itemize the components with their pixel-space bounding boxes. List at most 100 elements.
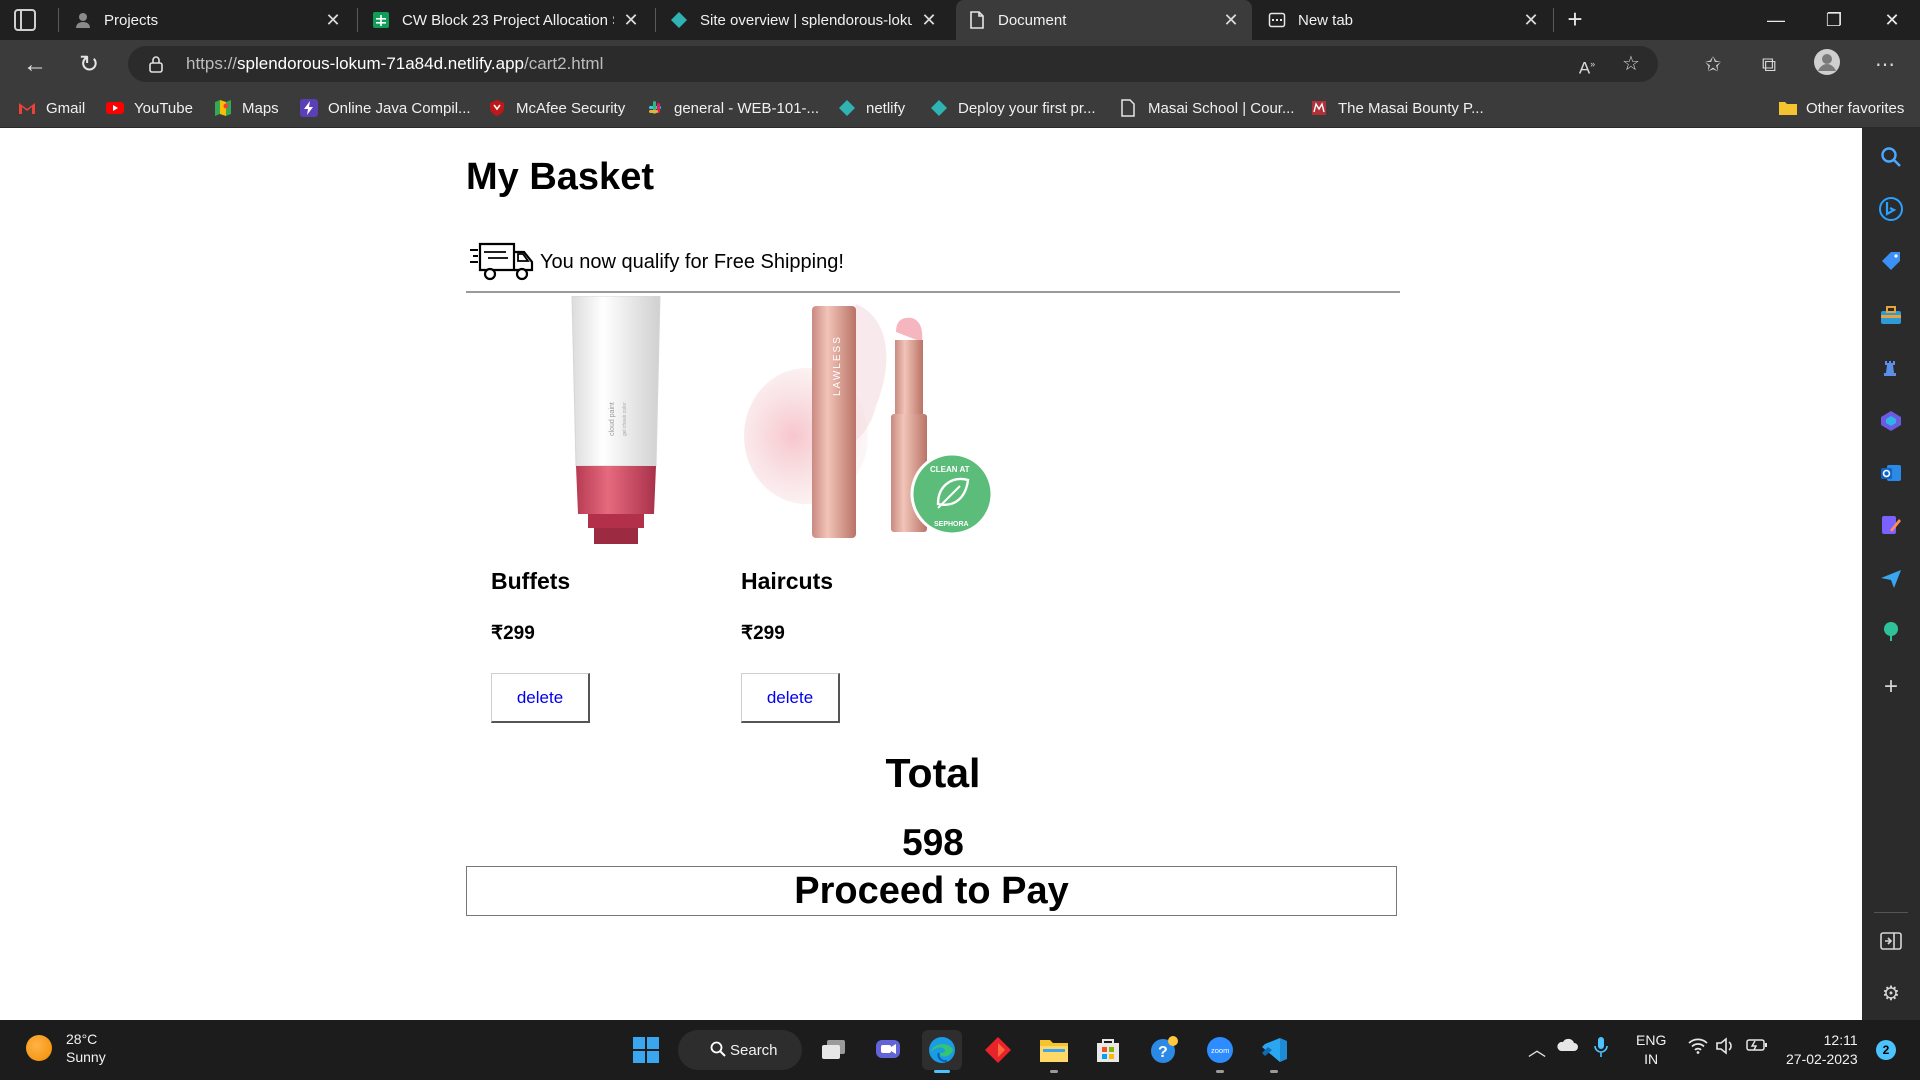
bing-chat-icon[interactable] xyxy=(1878,196,1904,222)
tab-new-tab[interactable]: New tab ✕ xyxy=(1256,0,1552,40)
tab-separator xyxy=(58,8,59,32)
close-icon[interactable]: ✕ xyxy=(622,10,640,31)
file-explorer-icon[interactable] xyxy=(1034,1030,1074,1073)
add-icon[interactable]: + xyxy=(1878,673,1904,700)
svg-text:cloud paint: cloud paint xyxy=(609,402,616,436)
send-icon[interactable] xyxy=(1878,566,1904,592)
bookmark-youtube[interactable]: YouTube xyxy=(106,98,193,118)
masai-icon xyxy=(1310,99,1328,117)
microsoft-store-icon[interactable] xyxy=(1088,1030,1128,1070)
settings-gear-icon[interactable]: ⚙ xyxy=(1878,980,1904,1006)
editor-pen-icon[interactable] xyxy=(1878,512,1904,538)
product-name: Buffets xyxy=(491,568,571,594)
product-image-blush-tube: cloud paint gel cheek color xyxy=(466,295,696,546)
bookmark-maps[interactable]: Maps xyxy=(214,98,279,118)
user-avatar-icon xyxy=(74,11,92,29)
tab-label: CW Block 23 Project Allocation S xyxy=(402,11,614,29)
bookmark-masai-bounty[interactable]: The Masai Bounty P... xyxy=(1310,98,1484,118)
tab-projects[interactable]: Projects ✕ xyxy=(62,0,354,40)
sun-icon xyxy=(26,1035,52,1061)
clock-date: 27-02-2023 xyxy=(1786,1051,1858,1067)
folder-icon xyxy=(1778,99,1797,117)
notification-badge[interactable]: 2 xyxy=(1876,1040,1896,1060)
get-help-icon[interactable]: ? xyxy=(1144,1030,1184,1070)
bookmark-netlify[interactable]: netlify xyxy=(838,98,905,118)
new-tab-button[interactable]: + xyxy=(1560,5,1590,35)
shopping-tag-icon[interactable] xyxy=(1878,248,1904,274)
netlify-icon xyxy=(838,99,856,117)
proceed-to-pay-button[interactable]: Proceed to Pay xyxy=(466,866,1397,916)
running-indicator xyxy=(1216,1070,1224,1073)
other-favorites[interactable]: Other favorites xyxy=(1778,98,1904,118)
weather-temperature: 28°C xyxy=(66,1031,98,1047)
add-favorite-icon[interactable]: ☆ xyxy=(1614,47,1648,81)
bookmark-gmail[interactable]: Gmail xyxy=(18,98,85,118)
bookmark-deploy-first[interactable]: Deploy your first pr... xyxy=(930,98,1096,118)
tab-document[interactable]: Document ✕ xyxy=(956,0,1252,40)
office-icon[interactable] xyxy=(1878,408,1904,434)
tab-site-overview[interactable]: Site overview | splendorous-loku ✕ xyxy=(658,0,950,40)
running-indicator xyxy=(1270,1070,1278,1073)
outlook-icon[interactable] xyxy=(1878,460,1904,486)
bookmark-online-java-compiler[interactable]: Online Java Compil... xyxy=(300,98,471,118)
wifi-icon[interactable] xyxy=(1688,1038,1708,1059)
read-aloud-icon[interactable]: A» xyxy=(1570,47,1604,81)
red-app-icon[interactable] xyxy=(978,1030,1018,1070)
favorites-icon[interactable]: ✩ xyxy=(1696,48,1730,82)
chevron-up-icon[interactable]: ︿ xyxy=(1528,1036,1546,1062)
search-icon[interactable] xyxy=(1878,144,1904,170)
weather-description: Sunny xyxy=(66,1049,106,1065)
edge-browser-icon[interactable] xyxy=(922,1030,962,1073)
zoom-icon[interactable]: zoom xyxy=(1200,1030,1240,1073)
gmail-icon xyxy=(18,99,36,117)
hide-sidebar-icon[interactable] xyxy=(1878,928,1904,954)
volume-icon[interactable] xyxy=(1716,1037,1736,1060)
svg-text:gel cheek color: gel cheek color xyxy=(622,402,628,436)
window-close-icon[interactable]: ✕ xyxy=(1864,0,1920,40)
tab-cw-block[interactable]: CW Block 23 Project Allocation S ✕ xyxy=(360,0,652,40)
close-icon[interactable]: ✕ xyxy=(324,10,342,31)
total-amount: 598 xyxy=(902,822,964,863)
task-view-icon[interactable] xyxy=(814,1030,854,1070)
svg-text:SEPHORA: SEPHORA xyxy=(934,521,969,528)
weather-widget[interactable]: 28°C Sunny xyxy=(26,1030,106,1066)
teams-chat-icon[interactable] xyxy=(868,1030,908,1070)
vscode-icon[interactable] xyxy=(1254,1030,1294,1073)
games-chess-icon[interactable] xyxy=(1878,354,1904,380)
profile-avatar[interactable] xyxy=(1810,48,1844,82)
close-icon[interactable]: ✕ xyxy=(1222,10,1240,31)
tab-label: Projects xyxy=(104,11,159,29)
google-sheets-icon xyxy=(372,11,390,29)
system-clock[interactable]: 12:11 27-02-2023 xyxy=(1786,1031,1858,1069)
tab-actions-icon[interactable] xyxy=(14,9,36,31)
tools-briefcase-icon[interactable] xyxy=(1878,302,1904,328)
bookmark-masai-school[interactable]: Masai School | Cour... xyxy=(1120,98,1294,118)
svg-text:LAWLESS: LAWLESS xyxy=(832,335,843,396)
newtab-icon xyxy=(1268,11,1286,29)
close-icon[interactable]: ✕ xyxy=(1522,10,1540,31)
delete-button[interactable]: delete xyxy=(741,673,840,723)
delete-button[interactable]: delete xyxy=(491,673,590,723)
refresh-icon[interactable]: ↻ xyxy=(72,48,106,82)
bookmarks-bar: Gmail YouTube Maps Online Java Compil...… xyxy=(0,88,1920,128)
taskbar-search[interactable]: Search xyxy=(678,1030,802,1070)
restore-icon[interactable]: ❐ xyxy=(1806,0,1862,40)
bookmark-general-web[interactable]: general - WEB-101-... xyxy=(646,98,819,118)
url-text: https://splendorous-lokum-71a84d.netlify… xyxy=(186,54,604,73)
onedrive-cloud-icon[interactable] xyxy=(1556,1037,1578,1058)
divider xyxy=(1874,912,1908,913)
search-label: Search xyxy=(730,1041,778,1059)
close-icon[interactable]: ✕ xyxy=(920,10,938,31)
windows-start-icon[interactable] xyxy=(626,1030,666,1070)
minimize-icon[interactable]: — xyxy=(1748,0,1804,40)
address-bar[interactable]: https://splendorous-lokum-71a84d.netlify… xyxy=(128,46,1658,82)
input-language[interactable]: ENG IN xyxy=(1636,1031,1666,1069)
back-arrow-icon[interactable]: ← xyxy=(18,48,52,82)
more-options-icon[interactable]: ⋯ xyxy=(1868,48,1902,82)
youtube-icon xyxy=(106,99,124,117)
battery-icon[interactable] xyxy=(1746,1038,1768,1057)
collections-icon[interactable]: ⧉ xyxy=(1752,48,1786,82)
tree-icon[interactable] xyxy=(1878,618,1904,644)
microphone-icon[interactable] xyxy=(1594,1036,1608,1063)
bookmark-mcafee[interactable]: McAfee Security xyxy=(488,98,625,118)
